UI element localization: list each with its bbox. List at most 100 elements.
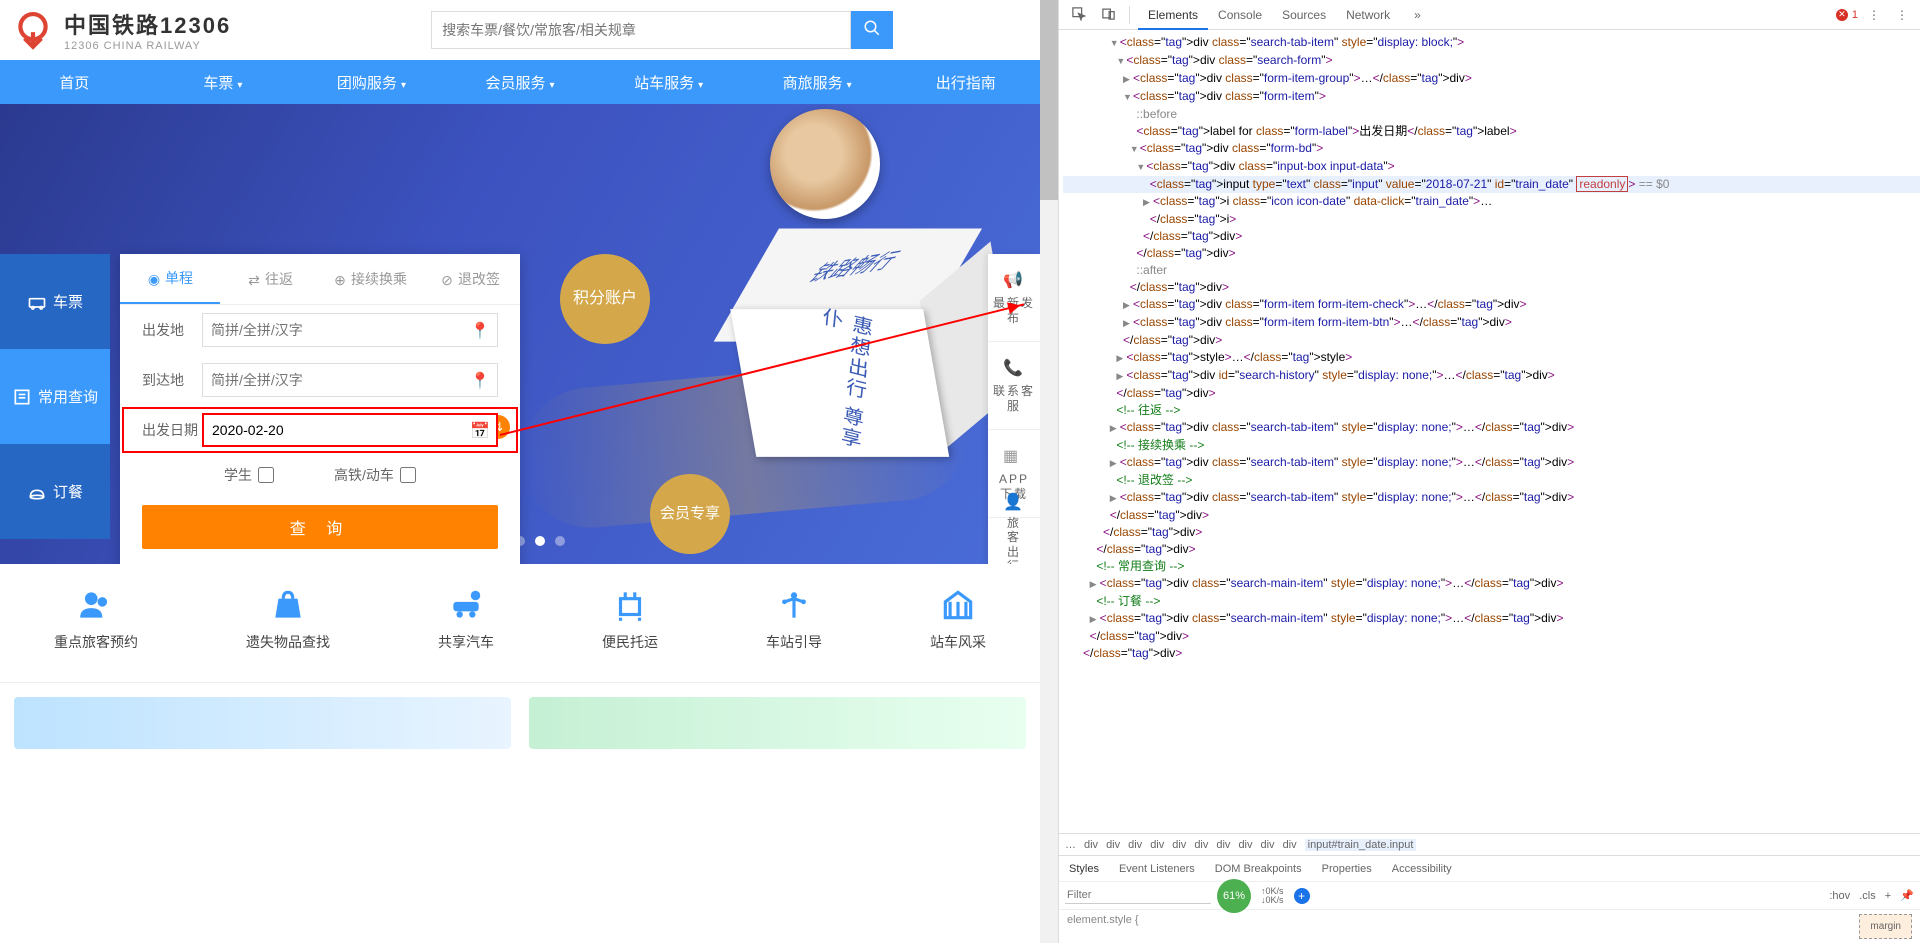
service-link-5[interactable]: 站车风采 bbox=[930, 586, 986, 652]
tree-line[interactable]: ▶<class="tag">style>…</class="tag">style… bbox=[1063, 349, 1920, 367]
device-toggle-icon[interactable] bbox=[1095, 6, 1121, 24]
tree-line[interactable]: </class="tag">div> bbox=[1063, 228, 1920, 245]
devtools-tab-network[interactable]: Network bbox=[1336, 0, 1400, 30]
devtools-menu-icon[interactable]: ⋮ bbox=[1890, 8, 1914, 22]
gd-checkbox[interactable] bbox=[400, 467, 416, 483]
trip-type-tab-2[interactable]: ⊕接续换乘 bbox=[320, 254, 420, 304]
breadcrumb-node[interactable]: div bbox=[1238, 839, 1252, 851]
from-station-input[interactable] bbox=[202, 313, 498, 347]
breadcrumb-node[interactable]: input#train_date.input bbox=[1305, 839, 1417, 851]
train-date-input[interactable] bbox=[202, 413, 498, 447]
promo-banner-b[interactable] bbox=[529, 697, 1026, 749]
tree-line[interactable]: ▶<class="tag">div class="form-item form-… bbox=[1063, 314, 1920, 332]
breadcrumb-node[interactable]: div bbox=[1283, 839, 1297, 851]
tree-line[interactable]: </class="tag">div> bbox=[1063, 645, 1920, 662]
tree-line[interactable]: ::after bbox=[1063, 262, 1920, 279]
breadcrumb-node[interactable]: div bbox=[1194, 839, 1208, 851]
tree-line[interactable]: <!-- 接续换乘 --> bbox=[1063, 437, 1920, 454]
devtools-tab-elements[interactable]: Elements bbox=[1138, 0, 1208, 30]
hov-toggle[interactable]: :hov bbox=[1829, 890, 1850, 902]
devtools-error-badge[interactable]: ✕1 bbox=[1836, 9, 1858, 21]
breadcrumb-node[interactable]: div bbox=[1261, 839, 1275, 851]
side-tab-2[interactable]: 订餐 bbox=[0, 444, 110, 539]
trip-type-tab-0[interactable]: ◉单程 bbox=[120, 254, 220, 304]
nav-item-6[interactable]: 出行指南 bbox=[891, 72, 1040, 93]
breadcrumb-node[interactable]: div bbox=[1128, 839, 1142, 851]
tree-line[interactable]: </class="tag">div> bbox=[1063, 541, 1920, 558]
tree-line[interactable]: <class="tag">input type="text" class="in… bbox=[1063, 176, 1920, 193]
tree-line[interactable]: ▶<class="tag">div class="form-item-group… bbox=[1063, 70, 1920, 88]
styles-tab-4[interactable]: Accessibility bbox=[1382, 863, 1462, 875]
tree-line[interactable]: ▼<class="tag">div class="form-bd"> bbox=[1063, 140, 1920, 158]
nav-item-4[interactable]: 站车服务▾ bbox=[594, 72, 743, 93]
styles-tab-2[interactable]: DOM Breakpoints bbox=[1205, 863, 1312, 875]
tree-line[interactable]: <!-- 往返 --> bbox=[1063, 402, 1920, 419]
breadcrumb-node[interactable]: div bbox=[1172, 839, 1186, 851]
student-checkbox-label[interactable]: 学生 bbox=[224, 465, 274, 485]
global-search-input[interactable] bbox=[431, 11, 851, 49]
devtools-more-tabs[interactable]: » bbox=[1404, 0, 1431, 30]
page-scrollbar[interactable] bbox=[1040, 0, 1058, 943]
breadcrumb-node[interactable]: div bbox=[1150, 839, 1164, 851]
nav-item-3[interactable]: 会员服务▾ bbox=[446, 72, 595, 93]
tree-line[interactable]: <!-- 退改签 --> bbox=[1063, 472, 1920, 489]
query-button[interactable]: 查 询 bbox=[142, 505, 498, 549]
tree-line[interactable]: ▶<class="tag">div class="search-main-ite… bbox=[1063, 575, 1920, 593]
service-link-1[interactable]: 遗失物品查找 bbox=[246, 586, 330, 652]
tree-line[interactable]: </class="tag">i> bbox=[1063, 211, 1920, 228]
tree-line[interactable]: <!-- 常用查询 --> bbox=[1063, 558, 1920, 575]
inspect-element-icon[interactable] bbox=[1065, 6, 1091, 24]
nav-item-0[interactable]: 首页 bbox=[0, 72, 149, 93]
site-logo[interactable]: 中国铁路12306 12306 CHINA RAILWAY bbox=[12, 8, 231, 52]
tree-line[interactable]: </class="tag">div> bbox=[1063, 524, 1920, 541]
tree-line[interactable]: ▶<class="tag">div id="search-history" st… bbox=[1063, 367, 1920, 385]
devtools-settings-icon[interactable]: ⋮ bbox=[1862, 8, 1886, 22]
tree-line[interactable]: </class="tag">div> bbox=[1063, 332, 1920, 349]
gd-checkbox-label[interactable]: 高铁/动车 bbox=[334, 465, 416, 485]
tree-line[interactable]: <!-- 订餐 --> bbox=[1063, 593, 1920, 610]
styles-tab-1[interactable]: Event Listeners bbox=[1109, 863, 1205, 875]
tree-line[interactable]: ▼<class="tag">div class="input-box input… bbox=[1063, 158, 1920, 176]
elements-breadcrumb[interactable]: … div div div div div div div div div di… bbox=[1059, 833, 1920, 855]
service-link-4[interactable]: 车站引导 bbox=[766, 586, 822, 652]
tree-line[interactable]: </class="tag">div> bbox=[1063, 507, 1920, 524]
tree-line[interactable]: ▶<class="tag">div class="form-item form-… bbox=[1063, 296, 1920, 314]
tree-line[interactable]: ▶<class="tag">div class="search-tab-item… bbox=[1063, 419, 1920, 437]
tree-line[interactable]: ▶<class="tag">div class="search-tab-item… bbox=[1063, 454, 1920, 472]
nav-item-5[interactable]: 商旅服务▾ bbox=[743, 72, 892, 93]
new-rule-icon[interactable]: + bbox=[1885, 890, 1891, 902]
devtools-tab-sources[interactable]: Sources bbox=[1272, 0, 1336, 30]
side-tab-0[interactable]: 车票 bbox=[0, 254, 110, 349]
trip-type-tab-1[interactable]: ⇄往返 bbox=[220, 254, 320, 304]
breadcrumb-node[interactable]: div bbox=[1216, 839, 1230, 851]
tree-line[interactable]: ▼<class="tag">div class="form-item"> bbox=[1063, 88, 1920, 106]
tree-line[interactable]: </class="tag">div> bbox=[1063, 279, 1920, 296]
tree-line[interactable]: ▼<class="tag">div class="search-form"> bbox=[1063, 52, 1920, 70]
nav-item-2[interactable]: 团购服务▾ bbox=[297, 72, 446, 93]
styles-tab-3[interactable]: Properties bbox=[1312, 863, 1382, 875]
tree-line[interactable]: </class="tag">div> bbox=[1063, 385, 1920, 402]
tree-line[interactable]: ::before bbox=[1063, 106, 1920, 123]
add-style-button[interactable]: + bbox=[1294, 888, 1310, 904]
service-link-3[interactable]: 便民托运 bbox=[602, 586, 658, 652]
styles-filter-input[interactable] bbox=[1065, 887, 1211, 904]
devtools-tab-console[interactable]: Console bbox=[1208, 0, 1272, 30]
tree-line[interactable]: <class="tag">label for class="form-label… bbox=[1063, 123, 1920, 140]
student-checkbox[interactable] bbox=[258, 467, 274, 483]
breadcrumb-node[interactable]: div bbox=[1106, 839, 1120, 851]
cls-toggle[interactable]: .cls bbox=[1859, 890, 1876, 902]
global-search-button[interactable] bbox=[851, 11, 893, 49]
promo-banner-a[interactable] bbox=[14, 697, 511, 749]
service-link-0[interactable]: 重点旅客预约 bbox=[54, 586, 138, 652]
breadcrumb-node[interactable]: div bbox=[1084, 839, 1098, 851]
styles-pin-icon[interactable]: 📌 bbox=[1900, 890, 1914, 902]
trip-type-tab-3[interactable]: ⊘退改签 bbox=[420, 254, 520, 304]
nav-item-1[interactable]: 车票▾ bbox=[149, 72, 298, 93]
elements-tree[interactable]: ▼<class="tag">div class="search-tab-item… bbox=[1059, 30, 1920, 833]
right-widget-3[interactable]: 👤旅客出行温馨提示 bbox=[988, 518, 1040, 564]
tree-line[interactable]: ▶<class="tag">i class="icon icon-date" d… bbox=[1063, 193, 1920, 211]
breadcrumb-node[interactable]: … bbox=[1065, 839, 1076, 851]
tree-line[interactable]: </class="tag">div> bbox=[1063, 628, 1920, 645]
side-tab-1[interactable]: 常用查询 bbox=[0, 349, 110, 444]
tree-line[interactable]: ▶<class="tag">div class="search-tab-item… bbox=[1063, 489, 1920, 507]
